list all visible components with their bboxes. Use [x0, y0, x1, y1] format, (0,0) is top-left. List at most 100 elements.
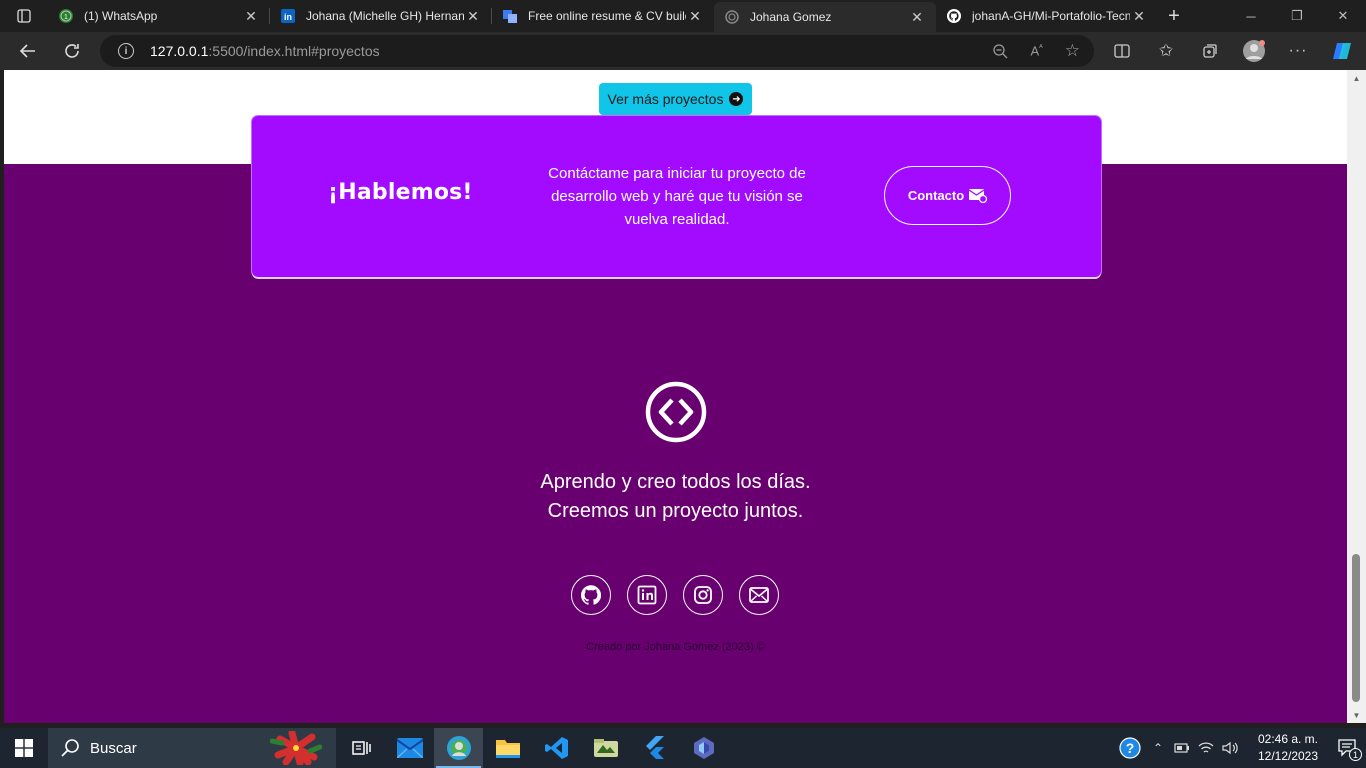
whatsapp-icon: 1 — [58, 8, 74, 24]
flutter-icon — [645, 736, 664, 759]
tab-title: Free online resume & CV builder — [528, 9, 686, 23]
avatar-icon — [1243, 40, 1265, 62]
settings-more-button[interactable]: ··· — [1276, 32, 1320, 70]
collections-icon — [1203, 44, 1217, 58]
info-icon[interactable]: i — [118, 43, 134, 59]
contact-button[interactable]: Contacto — [884, 166, 1011, 225]
scroll-up-arrow-icon[interactable]: ▲ — [1347, 70, 1366, 86]
scrollbar-thumb[interactable] — [1352, 554, 1360, 702]
refresh-button[interactable] — [50, 32, 94, 70]
close-icon[interactable]: ✕ — [242, 7, 260, 25]
minimize-button[interactable]: ─ — [1228, 0, 1274, 32]
battery-icon[interactable] — [1170, 728, 1194, 768]
azure-icon — [693, 737, 714, 759]
help-button[interactable]: ? — [1114, 728, 1146, 768]
more-icon: ··· — [1288, 42, 1308, 59]
scroll-down-arrow-icon[interactable]: ▼ — [1347, 707, 1366, 723]
refresh-icon — [65, 44, 79, 58]
tab-whatsapp[interactable]: 1 (1) WhatsApp ✕ — [48, 0, 270, 32]
page-scrollbar[interactable]: ▲ ▼ — [1347, 70, 1366, 723]
github-icon — [946, 8, 962, 24]
new-tab-button[interactable]: + — [1158, 0, 1190, 32]
file-explorer-button[interactable] — [483, 728, 532, 768]
close-icon[interactable]: ✕ — [1130, 7, 1148, 25]
more-projects-button[interactable]: Ver más proyectos ➜ — [599, 83, 752, 115]
tab-actions-button[interactable] — [0, 0, 48, 32]
read-aloud-icon[interactable]: Aᴬ — [1030, 43, 1042, 58]
notification-count: 1 — [1349, 748, 1362, 761]
mail-app-button[interactable] — [385, 728, 434, 768]
tab-linkedin[interactable]: in Johana (Michelle GH) Hernandez ✕ — [270, 0, 492, 32]
close-window-button[interactable]: ✕ — [1320, 0, 1366, 32]
github-link[interactable] — [571, 575, 611, 615]
vscode-button[interactable] — [532, 728, 581, 768]
taskbar-search[interactable]: Buscar — [48, 728, 336, 768]
footer-credits: Creado por Johana Gomez (2023) © — [586, 641, 765, 653]
email-link[interactable] — [739, 575, 779, 615]
tab-github[interactable]: johanA-GH/Mi-Portafolio-Tecnico ✕ — [936, 0, 1158, 32]
folder-app-button[interactable] — [581, 728, 630, 768]
close-icon[interactable]: ✕ — [686, 7, 704, 25]
back-arrow-icon — [19, 44, 35, 58]
task-view-button[interactable] — [336, 728, 385, 768]
restore-button[interactable]: ❐ — [1274, 0, 1320, 32]
help-icon: ? — [1119, 737, 1141, 759]
windows-taskbar: Buscar ? ⌃ 02:46 a. m. 12/12/2023 1 — [0, 728, 1366, 768]
split-screen-icon — [1114, 44, 1130, 58]
github-icon — [581, 585, 601, 605]
tab-title: Johana Gomez — [750, 10, 832, 24]
footer-tagline-2: Creemos un proyecto juntos. — [547, 500, 804, 522]
address-bar[interactable]: i 127.0.0.1:5500/index.html#proyectos Aᴬ… — [100, 35, 1094, 67]
start-button[interactable] — [0, 728, 48, 768]
browser-toolbar: i 127.0.0.1:5500/index.html#proyectos Aᴬ… — [0, 32, 1366, 70]
linkedin-icon — [637, 585, 657, 605]
mail-app-icon — [396, 738, 423, 758]
contact-cta-card: ¡Hablemos! Contáctame para iniciar tu pr… — [252, 116, 1101, 277]
edge-app-button[interactable] — [434, 728, 483, 768]
chevron-up-icon[interactable]: ⌃ — [1146, 728, 1170, 768]
notifications-button[interactable]: 1 — [1330, 728, 1366, 768]
linkedin-icon: in — [280, 8, 296, 24]
svg-text:1: 1 — [64, 14, 68, 21]
split-screen-button[interactable] — [1100, 32, 1144, 70]
wifi-icon[interactable] — [1194, 728, 1218, 768]
contact-button-label: Contacto — [907, 188, 965, 203]
windows-logo-icon — [15, 739, 33, 757]
profile-button[interactable] — [1232, 32, 1276, 70]
zoom-out-icon[interactable] — [992, 43, 1008, 59]
vscode-icon — [544, 737, 568, 759]
favorites-button[interactable]: ✩ — [1144, 32, 1188, 70]
tab-resume-builder[interactable]: Free online resume & CV builder ✕ — [492, 0, 714, 32]
tab-johana-gomez[interactable]: Johana Gomez ✕ — [714, 2, 936, 32]
arrow-right-circle-icon: ➜ — [729, 92, 744, 106]
system-clock[interactable]: 02:46 a. m. 12/12/2023 — [1246, 731, 1330, 765]
taskbar-apps — [336, 728, 728, 768]
poinsettia-icon — [270, 731, 322, 765]
linkedin-link[interactable] — [627, 575, 667, 615]
favorite-star-icon[interactable]: ☆ — [1065, 41, 1080, 61]
flutter-app-button[interactable] — [630, 728, 679, 768]
close-icon[interactable]: ✕ — [464, 7, 482, 25]
more-projects-label: Ver más proyectos — [607, 91, 724, 107]
loading-icon — [724, 9, 740, 25]
app-folder-icon — [593, 739, 618, 757]
clock-date: 12/12/2023 — [1257, 749, 1319, 763]
close-icon[interactable]: ✕ — [908, 8, 926, 26]
copilot-button[interactable] — [1320, 32, 1364, 70]
collections-button[interactable] — [1188, 32, 1232, 70]
url-path: :5500/index.html#proyectos — [208, 43, 380, 59]
instagram-link[interactable] — [683, 575, 723, 615]
favorites-icon: ✩ — [1158, 41, 1174, 60]
plus-icon: + — [1168, 4, 1180, 27]
svg-text:in: in — [284, 12, 292, 22]
resume-builder-icon — [502, 8, 518, 24]
copilot-icon — [1333, 43, 1351, 59]
volume-icon[interactable] — [1218, 728, 1242, 768]
back-button[interactable] — [6, 32, 50, 70]
social-links — [571, 575, 779, 615]
omnibox-icons: Aᴬ ☆ — [992, 35, 1080, 67]
code-logo-icon — [645, 381, 707, 443]
azure-app-button[interactable] — [679, 728, 728, 768]
tab-actions-icon — [17, 9, 31, 23]
instagram-icon — [694, 586, 712, 604]
